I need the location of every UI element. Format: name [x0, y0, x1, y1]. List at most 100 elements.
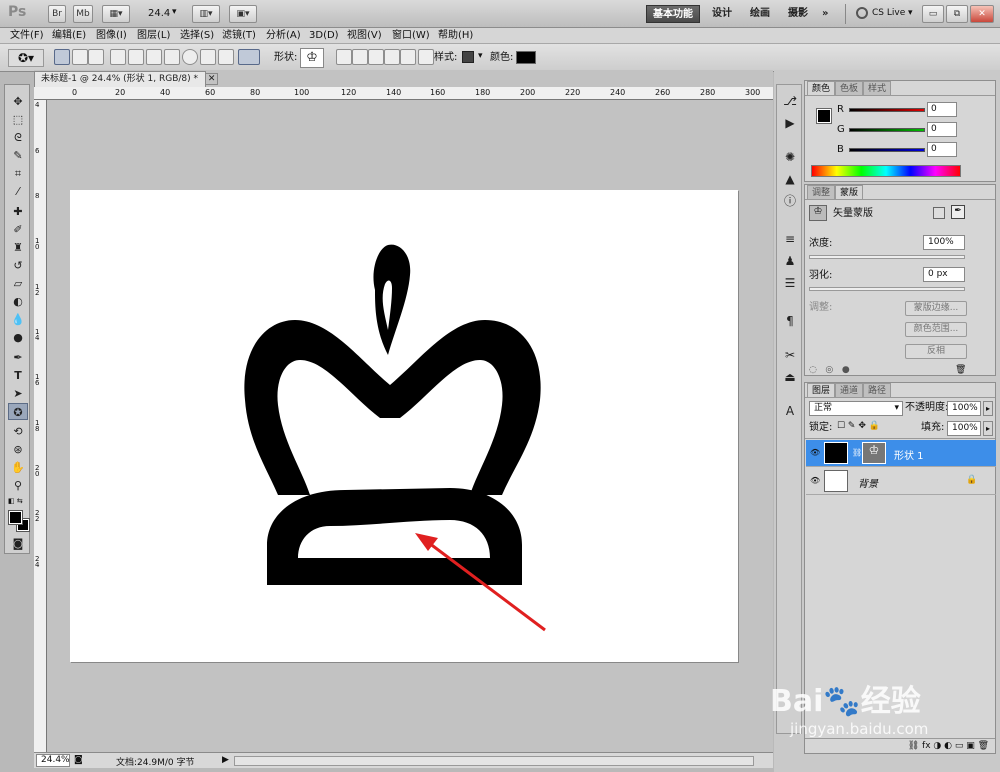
- dodge-tool-icon[interactable]: ●: [8, 329, 28, 346]
- navigator-icon[interactable]: ✺: [781, 149, 799, 166]
- crop-tool-icon[interactable]: ⌗: [8, 165, 28, 182]
- polygon-tool-option[interactable]: [200, 49, 216, 65]
- healing-brush-icon[interactable]: ✚: [8, 203, 28, 220]
- zoom-tool-icon[interactable]: ⚲: [8, 477, 28, 494]
- new-shape-layer-button[interactable]: [336, 49, 352, 65]
- color-range-button[interactable]: 颜色范围...: [905, 322, 967, 337]
- mask-edge-button[interactable]: 蒙版边缘...: [905, 301, 967, 316]
- lock-icons[interactable]: ☐ ✎ ✥ 🔒: [837, 421, 880, 431]
- link-icon[interactable]: [418, 49, 434, 65]
- quick-select-icon[interactable]: ✎: [8, 147, 28, 164]
- lasso-tool-icon[interactable]: ᘓ: [8, 129, 28, 146]
- add-to-shape-button[interactable]: [352, 49, 368, 65]
- layers-footer[interactable]: ⛓ fx ◑ ◐ ▭ ▣ 🗑: [805, 738, 995, 753]
- menu-select[interactable]: 选择(S): [180, 28, 214, 44]
- zoom-level[interactable]: 24.4: [148, 8, 170, 19]
- animation-icon[interactable]: ⏏: [781, 369, 799, 386]
- workspace-essentials[interactable]: 基本功能: [646, 5, 700, 23]
- pen-tool-icon[interactable]: ✒: [8, 349, 28, 366]
- menu-3d[interactable]: 3D(D): [309, 28, 339, 44]
- gradient-tool-icon[interactable]: ◐: [8, 293, 28, 310]
- layer-name[interactable]: 形状 1: [894, 447, 924, 462]
- shape-color-swatch[interactable]: [516, 51, 536, 64]
- chevron-down-icon[interactable]: ▾: [908, 8, 913, 18]
- type-tool-icon[interactable]: T: [8, 367, 28, 384]
- menu-analysis[interactable]: 分析(A): [266, 28, 301, 44]
- chevron-down-icon[interactable]: ▾: [172, 7, 177, 17]
- minimize-button[interactable]: ▭: [922, 5, 944, 23]
- document-canvas[interactable]: [70, 190, 738, 662]
- density-slider[interactable]: [809, 255, 965, 259]
- horizontal-scrollbar[interactable]: [234, 756, 754, 766]
- brush-presets-icon[interactable]: ≡: [781, 231, 799, 248]
- opacity-field[interactable]: 100%: [947, 401, 981, 416]
- layer-thumbnail[interactable]: [824, 470, 848, 492]
- mini-bridge-button[interactable]: Mb: [73, 5, 93, 23]
- document-info[interactable]: 文档:24.9M/0 字节: [116, 755, 194, 768]
- tab-channels[interactable]: 通道: [835, 383, 864, 397]
- info-icon[interactable]: ⓘ: [781, 193, 799, 210]
- b-slider[interactable]: [849, 148, 925, 152]
- pen-tool-option[interactable]: [110, 49, 126, 65]
- fill-field[interactable]: 100%: [947, 421, 981, 436]
- freeform-pen-option[interactable]: [128, 49, 144, 65]
- actions-icon[interactable]: ▶: [781, 115, 799, 132]
- clone-stamp-icon[interactable]: ♜: [8, 239, 28, 256]
- history-icon[interactable]: ⎇: [781, 93, 799, 110]
- tab-color[interactable]: 颜色: [807, 81, 836, 95]
- menu-file[interactable]: 文件(F): [10, 28, 44, 44]
- bridge-button[interactable]: Br: [48, 5, 66, 23]
- vector-mask-button[interactable]: ✒: [951, 205, 965, 219]
- fill-pixels-mode[interactable]: [88, 49, 104, 65]
- 3d-rotate-icon[interactable]: ⟲: [8, 423, 28, 440]
- rectangle-tool-option[interactable]: [146, 49, 162, 65]
- density-field[interactable]: 100%: [923, 235, 965, 250]
- feather-slider[interactable]: [809, 287, 965, 291]
- workspace-photography[interactable]: 摄影: [782, 5, 814, 23]
- foreground-color-swatch[interactable]: [8, 510, 23, 525]
- clone-source-icon[interactable]: ♟: [781, 253, 799, 270]
- layer-mask-thumbnail[interactable]: ♔: [862, 442, 886, 464]
- r-value[interactable]: 0: [927, 102, 957, 117]
- restore-button[interactable]: ⧉: [946, 5, 968, 23]
- quick-mask-icon[interactable]: ◙: [8, 535, 28, 552]
- eraser-icon[interactable]: ▱: [8, 275, 28, 292]
- default-colors-icon[interactable]: ◧ ⇆: [8, 497, 23, 505]
- trash-icon[interactable]: 🗑: [955, 365, 966, 375]
- tool-presets-icon[interactable]: ☰: [781, 275, 799, 292]
- zoom-field[interactable]: 24.4%: [36, 754, 70, 767]
- layer-fill-thumbnail[interactable]: [824, 442, 848, 464]
- tab-styles[interactable]: 样式: [863, 81, 892, 95]
- character-icon[interactable]: A: [781, 403, 799, 420]
- menu-view[interactable]: 视图(V): [347, 28, 382, 44]
- close-tab-icon[interactable]: ✕: [204, 73, 219, 85]
- subtract-shape-button[interactable]: [368, 49, 384, 65]
- tab-paths[interactable]: 路径: [863, 383, 892, 397]
- workspace-design[interactable]: 设计: [706, 5, 738, 23]
- tab-masks[interactable]: 蒙版: [835, 185, 864, 199]
- tab-swatches[interactable]: 色板: [835, 81, 864, 95]
- blend-mode-select[interactable]: 正常 ▾: [809, 401, 903, 416]
- 3d-orbit-icon[interactable]: ⊛: [8, 441, 28, 458]
- intersect-shape-button[interactable]: [384, 49, 400, 65]
- custom-shape-option[interactable]: [238, 49, 260, 65]
- arrange-documents-button[interactable]: ▥▾: [192, 5, 220, 23]
- hand-tool-icon[interactable]: ✋: [8, 459, 28, 476]
- tool-preset-picker[interactable]: ✪▾: [8, 49, 44, 67]
- layer-name[interactable]: 背景: [858, 475, 878, 490]
- 3d-icon[interactable]: ✂: [781, 347, 799, 364]
- b-value[interactable]: 0: [927, 142, 957, 157]
- cs-live-label[interactable]: CS Live: [872, 8, 905, 18]
- color-fg-swatch[interactable]: [816, 108, 832, 124]
- brush-tool-icon[interactable]: ✐: [8, 221, 28, 238]
- blur-tool-icon[interactable]: 💧: [8, 311, 28, 328]
- menu-filter[interactable]: 滤镜(T): [222, 28, 256, 44]
- invert-button[interactable]: 反相: [905, 344, 967, 359]
- layer-row-shape[interactable]: 👁 ⛓ ♔ 形状 1: [806, 440, 996, 467]
- fill-arrow[interactable]: ▸: [983, 421, 993, 436]
- custom-shape-tool-icon[interactable]: ✪: [8, 403, 28, 420]
- tab-adjustments[interactable]: 调整: [807, 185, 836, 199]
- paragraph-icon[interactable]: ¶: [781, 313, 799, 330]
- menu-edit[interactable]: 编辑(E): [52, 28, 86, 44]
- horizontal-ruler[interactable]: 0 20 40 60 80 100 120 140 160 180 200 22…: [34, 87, 773, 100]
